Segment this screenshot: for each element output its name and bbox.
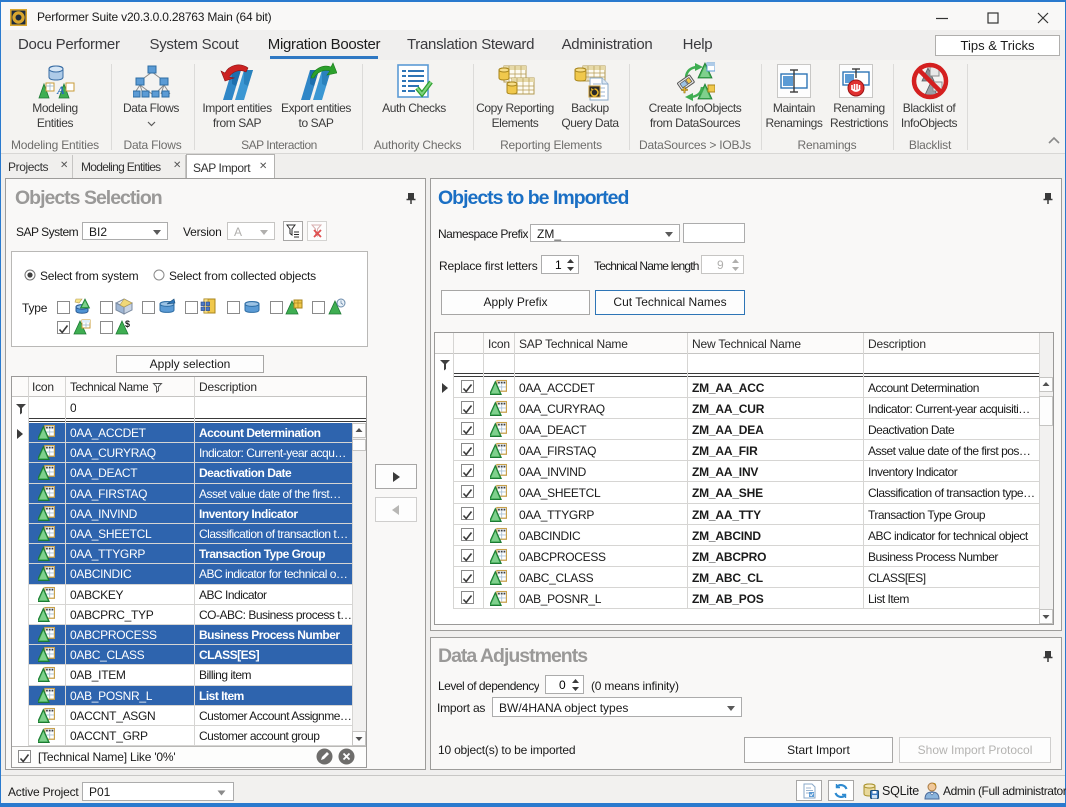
svg-text:$: $ <box>125 319 130 329</box>
svg-text:+: + <box>681 83 688 97</box>
svg-text:A: A <box>56 83 65 97</box>
